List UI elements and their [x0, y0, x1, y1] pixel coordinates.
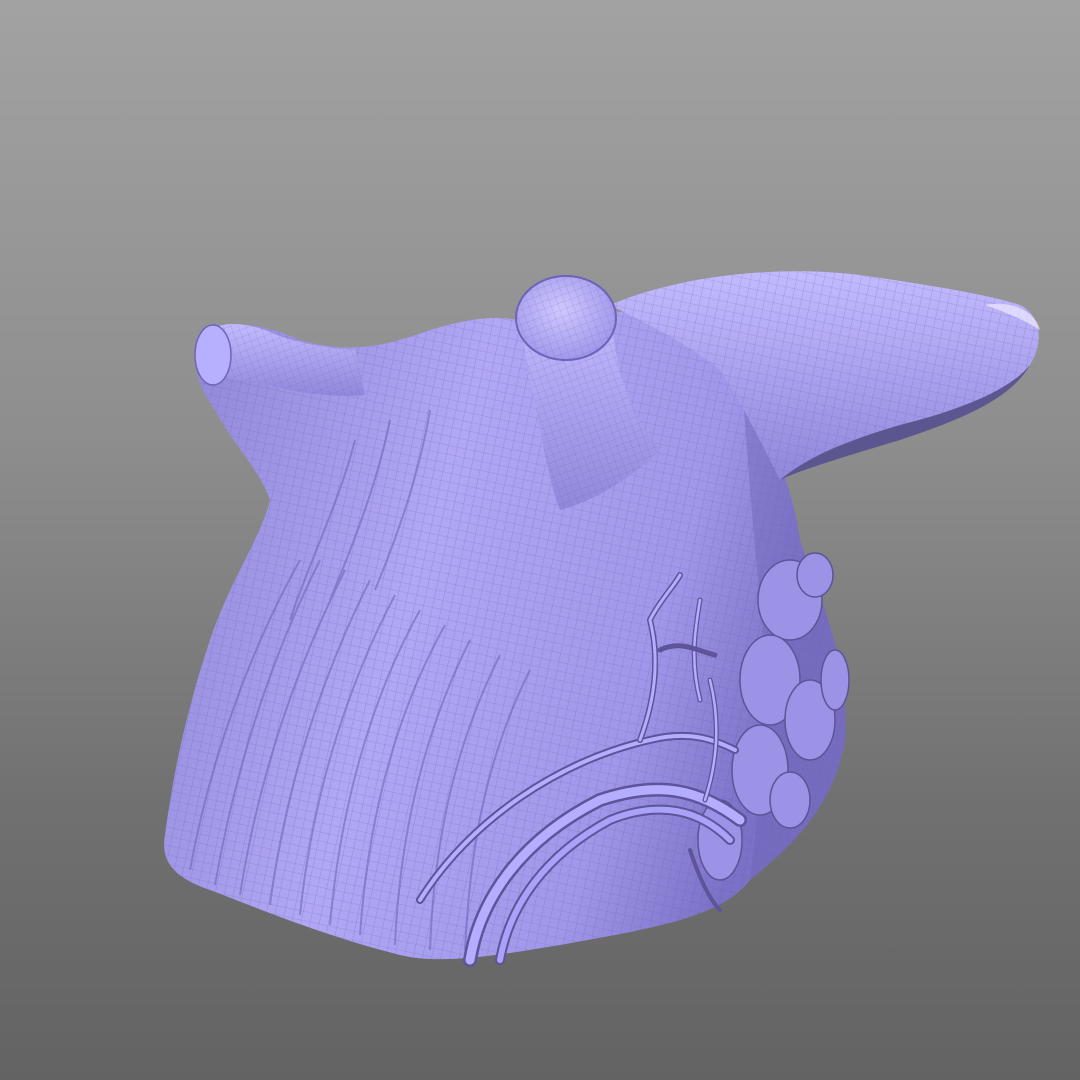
- 3d-viewport[interactable]: [0, 0, 1080, 1080]
- viewport-toolbar-strip: [255, 1074, 835, 1080]
- heart-mesh-model[interactable]: [0, 0, 1080, 1080]
